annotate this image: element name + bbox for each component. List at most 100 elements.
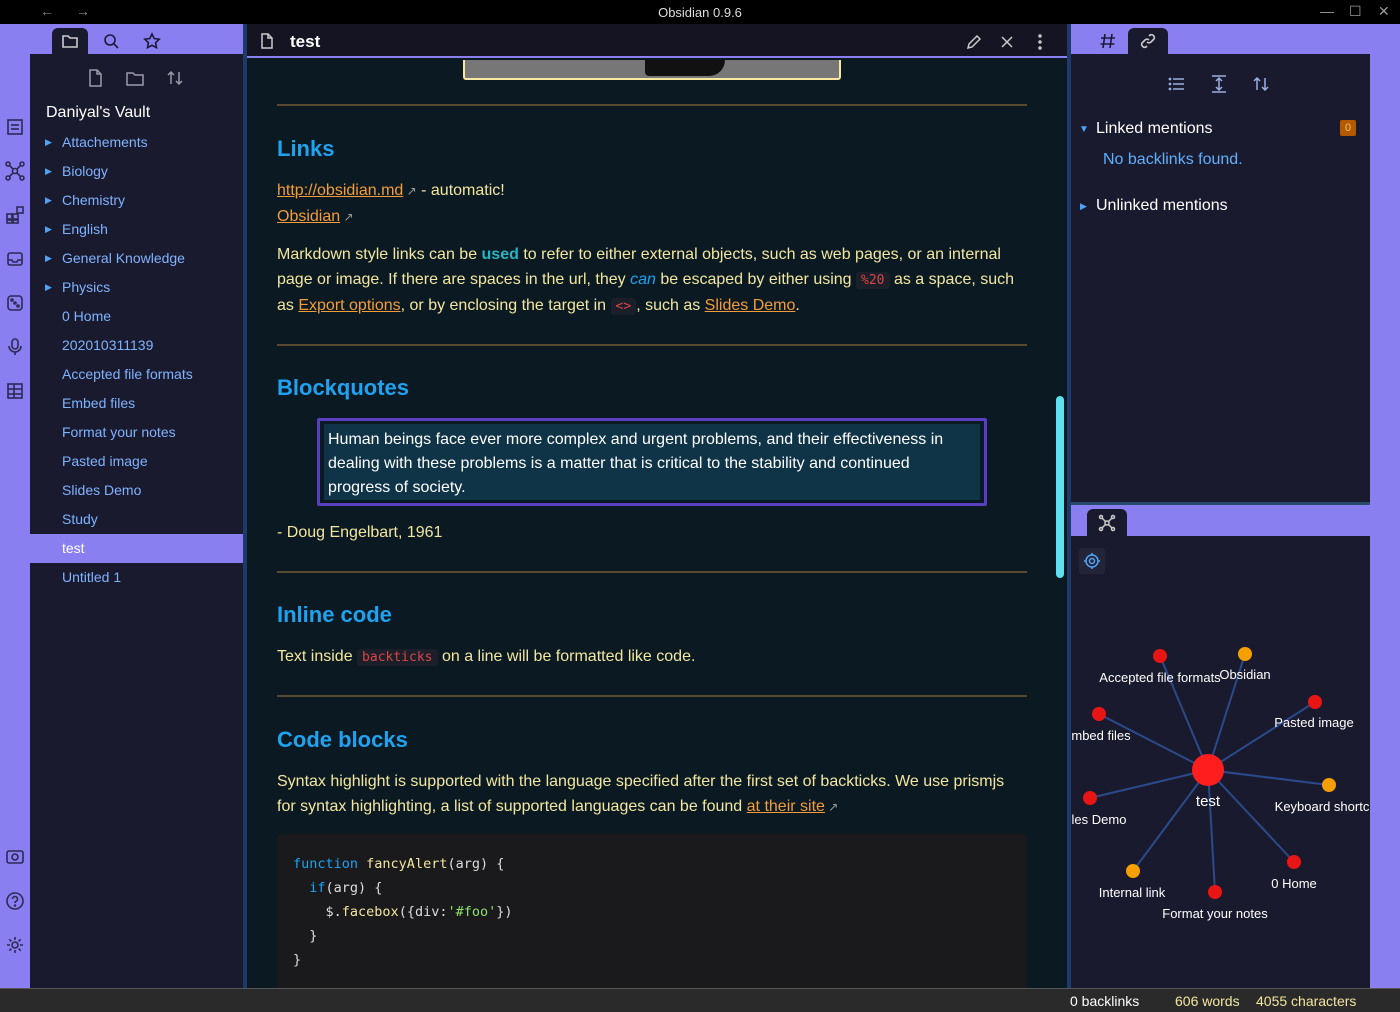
graph-node[interactable] bbox=[1092, 707, 1106, 721]
horizontal-rule bbox=[277, 104, 1027, 106]
file-item[interactable]: 202010311139 bbox=[30, 331, 243, 360]
horizontal-rule bbox=[277, 344, 1027, 346]
vault-icon[interactable] bbox=[5, 847, 25, 867]
graph-node[interactable] bbox=[1208, 885, 1222, 899]
folder-expand-icon[interactable]: ▶ bbox=[45, 157, 52, 186]
folder-icon bbox=[62, 35, 78, 48]
graph-node[interactable] bbox=[1153, 649, 1167, 663]
edit-pencil-icon[interactable] bbox=[965, 33, 983, 56]
export-options-link[interactable]: Export options bbox=[298, 297, 400, 314]
panel-divider bbox=[1071, 502, 1370, 505]
file-item[interactable]: 0 Home bbox=[30, 302, 243, 331]
sort-icon[interactable] bbox=[1251, 74, 1273, 96]
more-options-icon[interactable] bbox=[1031, 33, 1049, 56]
graph-canvas[interactable]: Accepted file formatsObsidian Pasted imag… bbox=[1071, 536, 1370, 988]
slides-demo-link[interactable]: Slides Demo bbox=[705, 297, 796, 314]
window-title: Obsidian 0.9.6 bbox=[658, 5, 742, 20]
graph-center-node[interactable] bbox=[1192, 754, 1224, 786]
bold-text: used bbox=[481, 246, 519, 263]
show-more-context-icon[interactable] bbox=[1209, 74, 1231, 96]
hash-icon bbox=[1100, 33, 1115, 49]
tree-item-label: Study bbox=[62, 511, 98, 527]
graph-node[interactable] bbox=[1083, 791, 1097, 805]
markdown-links-paragraph: Markdown style links can be used to refe… bbox=[277, 242, 1027, 319]
graph-node[interactable] bbox=[1126, 864, 1140, 878]
code-blocks-paragraph: Syntax highlight is supported with the l… bbox=[277, 769, 1027, 820]
inbox-icon[interactable] bbox=[5, 249, 25, 269]
quote-attribution: - Doug Engelbart, 1961 bbox=[277, 524, 443, 541]
close-pane-icon[interactable] bbox=[998, 33, 1016, 56]
new-note-icon[interactable] bbox=[85, 68, 107, 90]
linked-mentions-header[interactable]: Linked mentions bbox=[1096, 120, 1213, 138]
word-count: 606 words bbox=[1175, 993, 1240, 1009]
backlinks-tab[interactable] bbox=[1128, 28, 1168, 54]
graph-node-label: les Demo bbox=[1072, 812, 1127, 827]
collapse-triangle-icon[interactable]: ▶ bbox=[1080, 201, 1087, 212]
external-link-icon: ↗ bbox=[403, 184, 417, 198]
search-tab[interactable] bbox=[93, 28, 129, 54]
switcher-icon[interactable] bbox=[5, 117, 25, 137]
starred-tab[interactable] bbox=[134, 28, 170, 54]
expand-triangle-icon[interactable]: ▼ bbox=[1079, 124, 1089, 135]
new-folder-icon[interactable] bbox=[125, 68, 147, 90]
text: , or by enclosing the target in bbox=[400, 297, 611, 314]
graph-node[interactable] bbox=[1322, 778, 1336, 792]
folder-expand-icon[interactable]: ▶ bbox=[45, 186, 52, 215]
file-item[interactable]: Accepted file formats bbox=[30, 360, 243, 389]
graph-node[interactable] bbox=[1287, 855, 1301, 869]
close-window-button[interactable]: ✕ bbox=[1378, 3, 1390, 20]
tree-item-label: Slides Demo bbox=[62, 482, 142, 498]
folder-expand-icon[interactable]: ▶ bbox=[45, 215, 52, 244]
folder-item[interactable]: ▶ General Knowledge bbox=[30, 244, 243, 273]
graph-node[interactable] bbox=[1308, 695, 1322, 709]
heading-blockquotes: Blockquotes bbox=[277, 375, 410, 400]
graph-center-label: test bbox=[1196, 793, 1221, 810]
prism-site-link[interactable]: at their site bbox=[747, 798, 825, 815]
folder-item[interactable]: ▶ Biology bbox=[30, 157, 243, 186]
graph-view-icon[interactable] bbox=[5, 161, 25, 181]
graph-edge bbox=[1207, 769, 1330, 786]
code-token: (arg) { bbox=[447, 856, 505, 872]
folder-expand-icon[interactable]: ▶ bbox=[45, 244, 52, 273]
file-item[interactable]: Embed files bbox=[30, 389, 243, 418]
plugins-icon[interactable] bbox=[5, 205, 25, 225]
collapse-results-icon[interactable] bbox=[1167, 74, 1189, 96]
dice-icon[interactable] bbox=[5, 293, 25, 313]
maximize-button[interactable]: ☐ bbox=[1349, 3, 1362, 20]
tree-item-label: Accepted file formats bbox=[62, 366, 193, 382]
help-icon[interactable] bbox=[5, 891, 25, 911]
folder-item[interactable]: ▶ Attachements bbox=[30, 128, 243, 157]
graph-node-label: Accepted file formats bbox=[1099, 670, 1221, 685]
editor-scrollbar[interactable] bbox=[1056, 396, 1064, 578]
file-item[interactable]: Pasted image bbox=[30, 447, 243, 476]
obsidian-link[interactable]: Obsidian bbox=[277, 208, 340, 225]
file-item[interactable]: Slides Demo bbox=[30, 476, 243, 505]
folder-item[interactable]: ▶ English bbox=[30, 215, 243, 244]
tags-tab[interactable] bbox=[1088, 28, 1128, 54]
sort-icon[interactable] bbox=[165, 68, 187, 90]
code-token: '#foo' bbox=[447, 904, 497, 920]
folder-item[interactable]: ▶ Chemistry bbox=[30, 186, 243, 215]
settings-gear-icon[interactable] bbox=[5, 935, 25, 955]
code-token: $. bbox=[325, 904, 342, 920]
folder-expand-icon[interactable]: ▶ bbox=[45, 273, 52, 302]
file-tree: ▶ Attachements ▶ Biology ▶ Chemistry ▶ English ▶… bbox=[30, 128, 243, 592]
editor-pane: test Links http://obsidian.md ↗ - automa… bbox=[247, 24, 1067, 994]
microphone-icon[interactable] bbox=[5, 337, 25, 357]
file-item[interactable]: Untitled 1 bbox=[30, 563, 243, 592]
code-token: facebox bbox=[341, 904, 399, 920]
backlinks-panel: ▼ Linked mentions 0 No backlinks found. … bbox=[1071, 54, 1370, 505]
obsidian-url-link[interactable]: http://obsidian.md bbox=[277, 182, 403, 199]
graph-node[interactable] bbox=[1238, 647, 1252, 661]
folder-expand-icon[interactable]: ▶ bbox=[45, 128, 52, 157]
file-item[interactable]: Study bbox=[30, 505, 243, 534]
graph-settings-button[interactable] bbox=[1079, 548, 1105, 574]
file-item[interactable]: Format your notes bbox=[30, 418, 243, 447]
local-graph-tab[interactable] bbox=[1087, 509, 1127, 536]
folder-item[interactable]: ▶ Physics bbox=[30, 273, 243, 302]
minimize-button[interactable]: — bbox=[1320, 3, 1334, 19]
table-icon[interactable] bbox=[5, 381, 25, 401]
unlinked-mentions-header[interactable]: Unlinked mentions bbox=[1096, 197, 1228, 215]
file-item[interactable]: test bbox=[30, 534, 243, 563]
file-explorer-tab[interactable] bbox=[52, 28, 88, 54]
